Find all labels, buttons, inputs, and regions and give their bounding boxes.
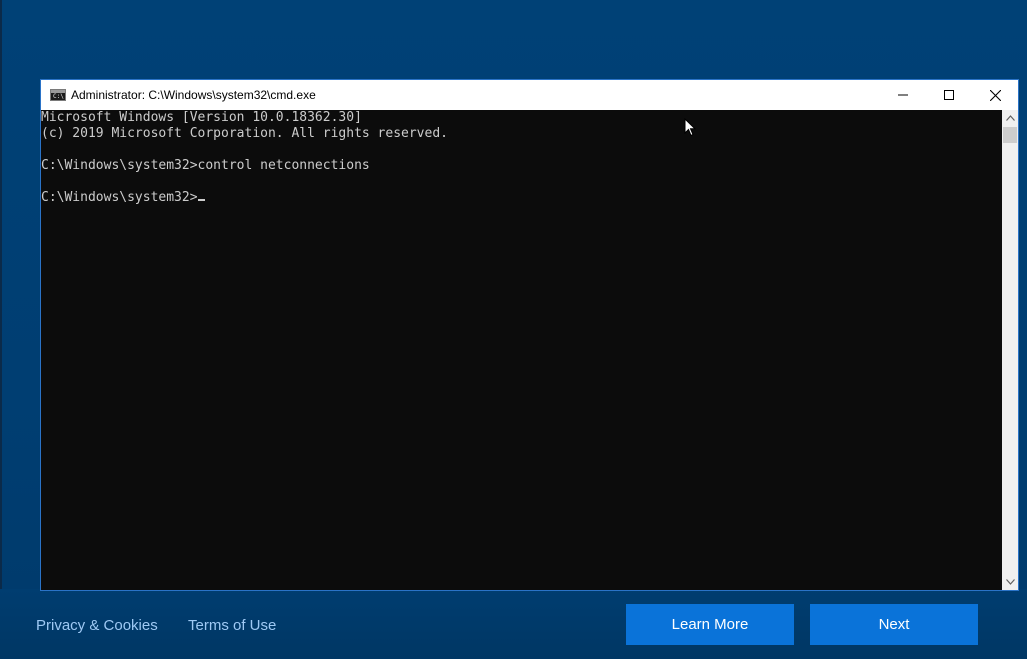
console-line: (c) 2019 Microsoft Corporation. All righ… [41, 126, 448, 141]
mouse-pointer-icon [684, 118, 696, 137]
window-titlebar[interactable]: C:\ Administrator: C:\Windows\system32\c… [41, 80, 1018, 110]
cmd-window[interactable]: C:\ Administrator: C:\Windows\system32\c… [41, 80, 1018, 590]
close-button[interactable] [972, 80, 1018, 110]
window-controls [880, 80, 1018, 110]
privacy-cookies-link[interactable]: Privacy & Cookies [36, 617, 158, 634]
chevron-down-icon [1005, 579, 1015, 585]
scroll-thumb[interactable] [1003, 127, 1017, 143]
maximize-icon [944, 90, 954, 100]
terms-of-use-link[interactable]: Terms of Use [188, 617, 276, 634]
screen-edge [0, 0, 2, 659]
scroll-up-button[interactable] [1002, 110, 1018, 126]
learn-more-button[interactable]: Learn More [626, 604, 794, 645]
window-title: Administrator: C:\Windows\system32\cmd.e… [71, 88, 316, 102]
maximize-button[interactable] [926, 80, 972, 110]
text-cursor [197, 199, 205, 201]
close-icon [989, 89, 1001, 101]
cmd-app-icon[interactable]: C:\ [50, 89, 66, 101]
console-line: C:\Windows\system32>control netconnectio… [41, 158, 370, 173]
minimize-icon [898, 94, 908, 96]
minimize-button[interactable] [880, 80, 926, 110]
console-prompt: C:\Windows\system32> [41, 190, 198, 205]
console-prompt-line[interactable]: C:\Windows\system32> [41, 190, 1002, 206]
console-output[interactable]: Microsoft Windows [Version 10.0.18362.30… [41, 110, 1002, 590]
vertical-scrollbar[interactable] [1002, 110, 1018, 590]
scroll-down-button[interactable] [1002, 574, 1018, 590]
next-button[interactable]: Next [810, 604, 978, 645]
console-line: Microsoft Windows [Version 10.0.18362.30… [41, 110, 362, 125]
chevron-up-icon [1005, 115, 1015, 121]
